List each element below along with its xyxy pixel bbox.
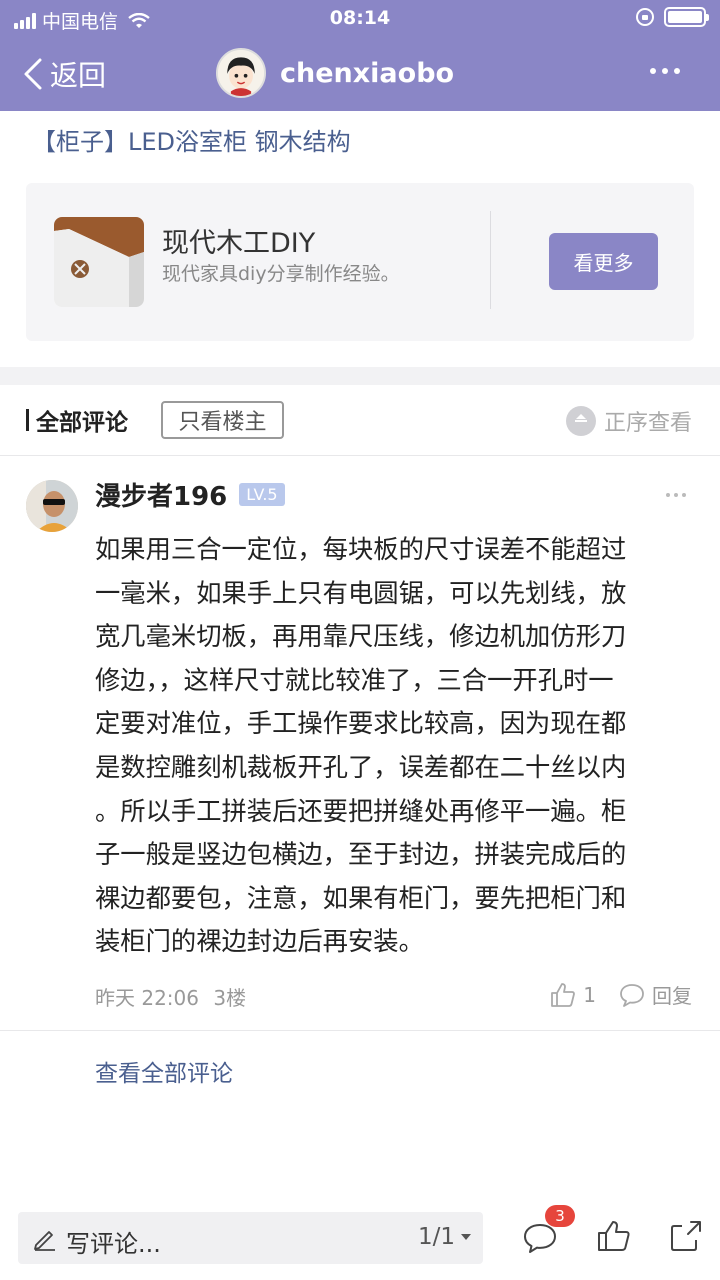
chevron-left-icon xyxy=(24,58,42,90)
nav-title: chenxiaobo xyxy=(280,57,455,89)
like-button[interactable]: 1 xyxy=(549,981,596,1009)
comment-line: 如果用三合一定位，每块板的尺寸误差不能超过 xyxy=(95,535,627,564)
share-icon[interactable] xyxy=(668,1218,704,1254)
speech-bubble-icon xyxy=(620,983,644,1007)
commenter-avatar[interactable] xyxy=(26,480,78,532)
write-comment-input[interactable]: 写评论... 1/1 xyxy=(18,1212,483,1264)
comment-more-button[interactable] xyxy=(666,493,686,497)
page-indicator-label: 1/1 xyxy=(417,1224,455,1250)
page-indicator-dropdown[interactable]: 1/1 xyxy=(418,1224,471,1250)
view-all-comments-link[interactable]: 查看全部评论 xyxy=(95,1054,233,1088)
sort-icon xyxy=(565,406,596,436)
sort-order-button[interactable]: 正序查看 xyxy=(565,405,692,437)
author-only-filter-button[interactable]: 只看楼主 xyxy=(161,401,284,439)
article-title-link[interactable]: 【柜子】LED浴室柜 钢木结构 xyxy=(32,122,351,157)
wood-joint-icon xyxy=(54,217,144,307)
comment-body: 如果用三合一定位，每块板的尺寸误差不能超过 一毫米，如果手上只有电圆锯，可以先划… xyxy=(95,528,693,964)
comment-line: 子一般是竖边包横边，至于封边，拼装完成后的 xyxy=(95,840,627,870)
comment-line: 是数控雕刻机裁板开孔了，误差都在二十丝以内 xyxy=(95,752,627,782)
level-badge: LV.5 xyxy=(239,483,285,506)
reply-button[interactable]: 回复 xyxy=(618,980,692,1009)
title-bar-mark xyxy=(26,409,29,431)
commenter-info: 漫步者196 LV.5 xyxy=(95,476,285,513)
page: 中国电信 08:14 返回 chenxiaobo 【柜子】LED浴室柜 钢木结构… xyxy=(0,0,720,1280)
comment-count-badge: 3 xyxy=(545,1205,575,1227)
bottom-bar: 写评论... 1/1 3 xyxy=(0,1200,720,1280)
reply-label: 回复 xyxy=(652,984,692,1008)
account-card[interactable]: 现代木工DIY 现代家具diy分享制作经验。 看更多 xyxy=(26,183,694,341)
account-description: 现代家具diy分享制作经验。 xyxy=(162,263,400,285)
comments-header: 全部评论 只看楼主 正序查看 xyxy=(0,385,720,455)
pencil-icon xyxy=(34,1231,55,1251)
back-button[interactable]: 返回 xyxy=(22,54,106,94)
comment-line: 宽几毫米切板，再用靠尺压线，修边机加仿形刀 xyxy=(95,622,627,652)
section-gap xyxy=(0,367,720,385)
thumbs-up-icon[interactable] xyxy=(596,1218,632,1254)
write-comment-placeholder: 写评论... xyxy=(66,1230,161,1258)
header: 中国电信 08:14 返回 chenxiaobo xyxy=(0,0,720,111)
comment-floor: 3楼 xyxy=(213,986,247,1010)
nav-user[interactable]: chenxiaobo xyxy=(216,48,454,98)
status-right xyxy=(636,7,709,27)
more-menu-button[interactable] xyxy=(650,68,680,74)
cartoon-avatar-icon xyxy=(218,50,264,96)
account-thumbnail xyxy=(54,217,144,307)
commenter-name[interactable]: 漫步者196 xyxy=(95,476,227,513)
back-label: 返回 xyxy=(50,59,107,92)
comment-line: 修边，，这样尺寸就比较准了，三合一开孔时一 xyxy=(95,665,614,695)
see-more-button[interactable]: 看更多 xyxy=(549,233,658,290)
account-name: 现代木工DIY xyxy=(162,228,316,259)
comments-title: 全部评论 xyxy=(26,403,128,437)
card-divider xyxy=(490,211,491,309)
author-avatar[interactable] xyxy=(216,48,266,98)
status-bar: 中国电信 08:14 xyxy=(0,0,720,38)
thumbs-up-icon xyxy=(551,982,576,1007)
comment-actions: 1 回复 xyxy=(549,980,692,1009)
caret-down-icon xyxy=(461,1234,471,1240)
sort-label: 正序查看 xyxy=(603,411,692,436)
comment-line: 裸边都要包，注意，如果有柜门，要先把柜门和 xyxy=(95,883,627,913)
comments-title-label: 全部评论 xyxy=(36,410,128,436)
like-count: 1 xyxy=(583,982,596,1007)
comment-line: 装柜门的裸边封边后再安装。 xyxy=(95,927,424,957)
comment-line: 定要对准位，手工操作要求比较高，因为现在都 xyxy=(95,709,627,739)
battery-icon xyxy=(664,7,709,27)
divider xyxy=(0,1030,720,1031)
status-time: 08:14 xyxy=(329,7,391,29)
commenter-photo xyxy=(26,480,78,532)
comment-line: 。所以手工拼装后还要把拼缝处再修平一遍。柜 xyxy=(95,796,627,826)
divider xyxy=(0,455,720,456)
nav-bar: 返回 chenxiaobo xyxy=(0,38,720,111)
comment-meta: 昨天 22:06 3楼 xyxy=(95,982,246,1011)
orientation-lock-icon xyxy=(636,8,654,26)
comment-time: 昨天 22:06 xyxy=(95,986,199,1010)
comment-line: 一毫米，如果手上只有电圆锯，可以先划线，放 xyxy=(95,578,627,608)
